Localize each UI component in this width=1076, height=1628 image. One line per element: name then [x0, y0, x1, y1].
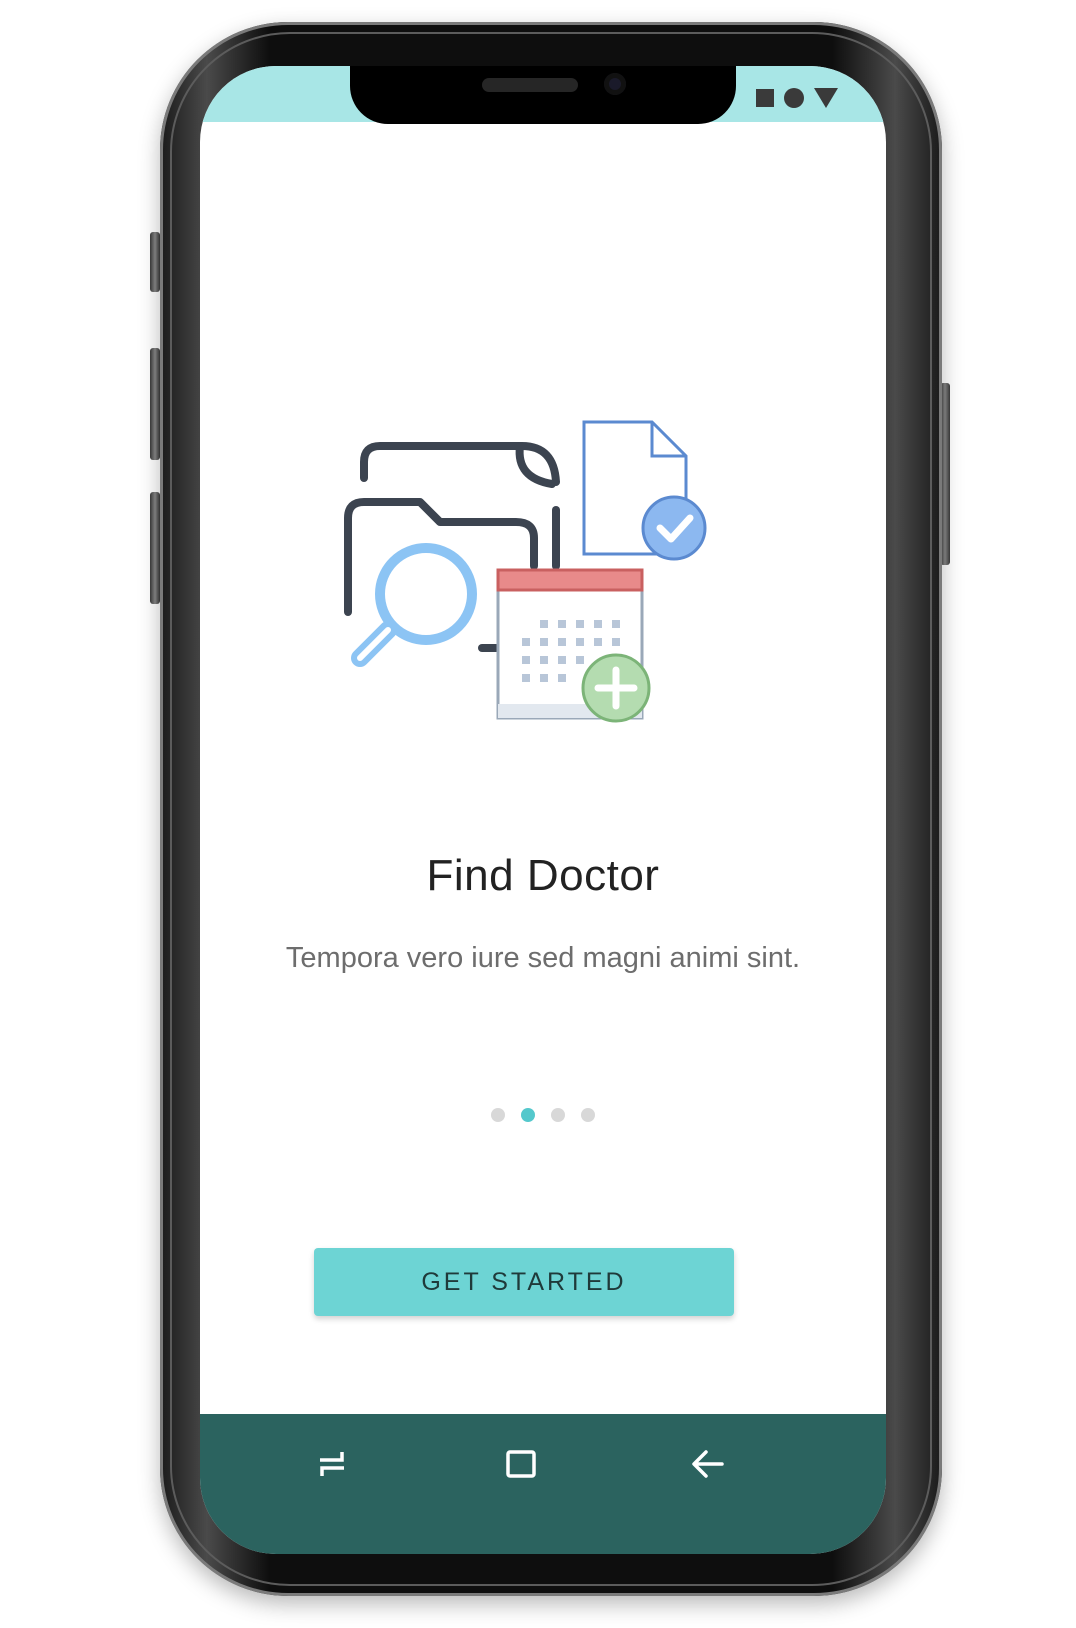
page-dot-2[interactable]: [521, 1108, 535, 1122]
onboarding-illustration: [344, 420, 707, 723]
circle-icon: [784, 88, 804, 108]
navigation-bar: [200, 1414, 886, 1554]
magnifier-icon: [351, 543, 477, 667]
speaker-grille: [482, 78, 578, 92]
volume-down-button: [150, 492, 160, 604]
triangle-icon: [814, 88, 838, 108]
page-dot-3[interactable]: [551, 1108, 565, 1122]
onboarding-title: Find Doctor: [426, 851, 660, 900]
notch: [350, 66, 736, 124]
square-icon: [756, 89, 774, 107]
mute-switch: [150, 232, 160, 292]
recents-icon[interactable]: [312, 1444, 352, 1484]
onboarding-description: Tempora vero iure sed magni animi sint.: [285, 942, 801, 974]
page-dot-1[interactable]: [491, 1108, 505, 1122]
status-icons: [756, 88, 838, 108]
home-icon[interactable]: [500, 1444, 540, 1484]
back-icon[interactable]: [688, 1444, 728, 1484]
pagination-dots: [200, 1108, 886, 1122]
get-started-button[interactable]: GET STARTED: [314, 1248, 734, 1316]
page-dot-4[interactable]: [581, 1108, 595, 1122]
stage: Find Doctor Tempora vero iure sed magni …: [0, 0, 1076, 1628]
front-camera: [604, 73, 626, 95]
phone-screen: Find Doctor Tempora vero iure sed magni …: [200, 66, 886, 1554]
add-badge-icon: [581, 653, 651, 723]
check-badge-icon: [641, 495, 707, 561]
volume-up-button: [150, 348, 160, 460]
